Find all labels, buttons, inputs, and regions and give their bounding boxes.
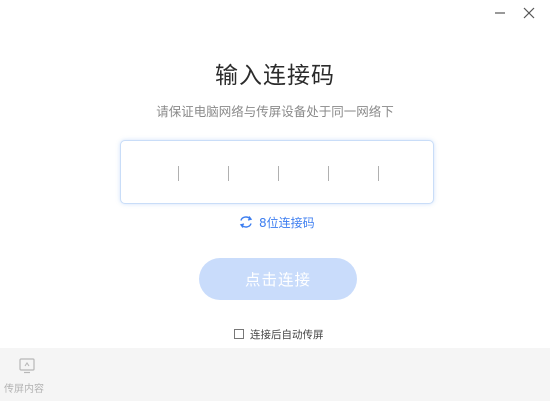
code-slot-1 — [178, 166, 179, 181]
code-slot-2 — [228, 166, 229, 181]
screen-share-icon — [19, 358, 35, 374]
switch-code-length-link[interactable]: 8位连接码 — [238, 213, 315, 231]
auto-share-checkbox[interactable] — [234, 329, 244, 339]
switch-code-length-label: 8位连接码 — [259, 215, 315, 230]
code-slot-3 — [278, 166, 279, 181]
close-button[interactable] — [517, 2, 541, 24]
auto-share-label: 连接后自动传屏 — [250, 328, 324, 341]
code-slot-4 — [328, 166, 329, 181]
connection-code-input[interactable] — [120, 140, 434, 204]
refresh-icon — [239, 216, 253, 228]
page-subtitle: 请保证电脑网络与传屏设备处于同一网络下 — [156, 104, 394, 119]
close-icon — [523, 7, 535, 19]
minimize-icon — [495, 12, 505, 14]
minimize-button[interactable] — [488, 2, 512, 24]
page-title: 输入连接码 — [215, 63, 335, 89]
share-content-label: 传屏内容 — [4, 384, 44, 395]
connect-button[interactable]: 点击连接 — [199, 258, 357, 300]
code-slot-5 — [378, 166, 379, 181]
bottom-bar — [0, 348, 550, 401]
auto-share-option[interactable]: 连接后自动传屏 — [234, 326, 324, 342]
share-content-button[interactable]: 传屏内容 — [4, 358, 48, 395]
